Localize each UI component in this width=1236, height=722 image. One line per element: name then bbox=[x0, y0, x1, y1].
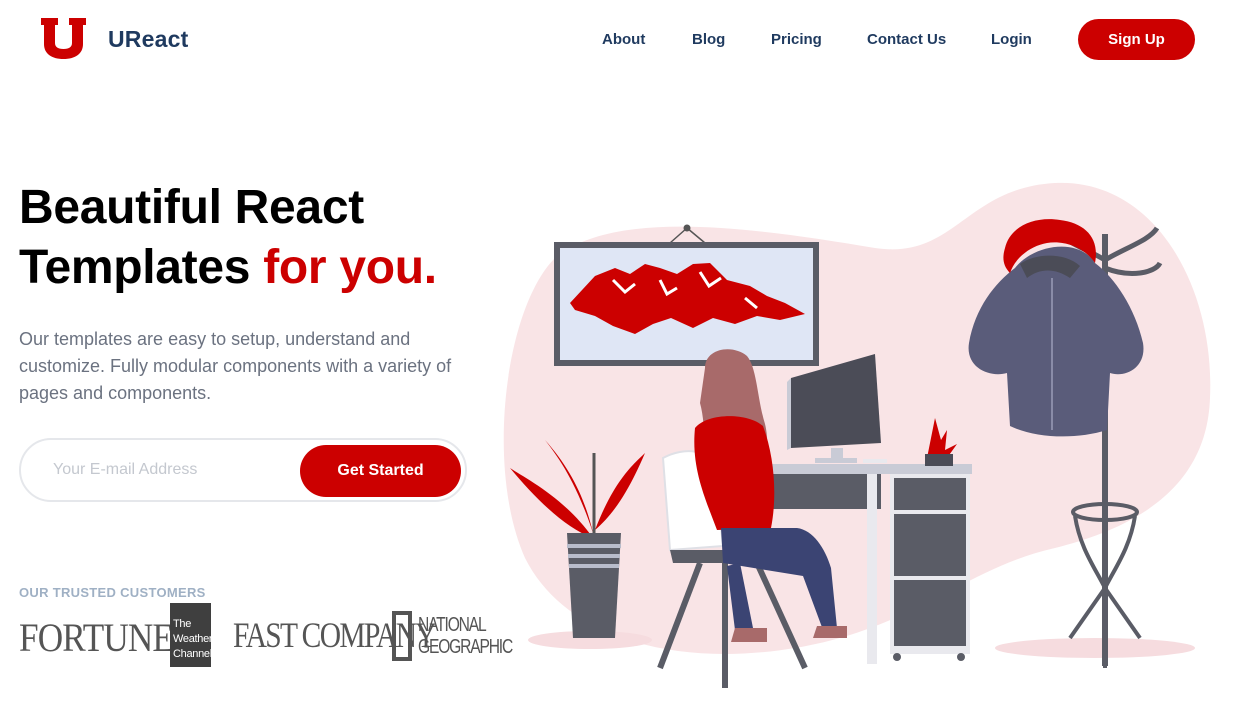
ureact-logo-icon[interactable] bbox=[41, 18, 86, 59]
hero-title: Beautiful React Templates for you. bbox=[19, 178, 437, 298]
sign-up-button[interactable]: Sign Up bbox=[1078, 19, 1195, 60]
get-started-button[interactable]: Get Started bbox=[300, 445, 461, 497]
email-signup-form: Get Started bbox=[19, 438, 467, 502]
trusted-customers-label: OUR TRUSTED CUSTOMERS bbox=[19, 585, 206, 600]
fortune-logo: FORTUNE bbox=[19, 615, 174, 660]
national-geographic-frame-icon bbox=[392, 611, 412, 661]
nav-link-pricing[interactable]: Pricing bbox=[771, 31, 822, 48]
hero-illustration bbox=[503, 182, 1211, 688]
nav-link-login[interactable]: Login bbox=[991, 31, 1032, 48]
email-input[interactable] bbox=[37, 450, 297, 490]
brand-name[interactable]: UReact bbox=[108, 26, 188, 53]
weather-channel-logo: The Weather Channel bbox=[170, 603, 213, 667]
hero-title-accent: for you. bbox=[263, 241, 437, 294]
hero-description: Our templates are easy to setup, underst… bbox=[19, 329, 452, 403]
nav-link-about[interactable]: About bbox=[602, 31, 645, 48]
hero-title-line2: Templates bbox=[19, 241, 251, 294]
plant-pot bbox=[567, 533, 621, 638]
nav-link-blog[interactable]: Blog bbox=[692, 31, 725, 48]
nav-link-contact-us[interactable]: Contact Us bbox=[867, 31, 946, 48]
hero-title-line1: Beautiful React bbox=[19, 181, 364, 234]
picture-nail bbox=[683, 224, 691, 232]
floor-shadow-right bbox=[995, 638, 1195, 658]
top-navigation: UReact About Blog Pricing Contact Us Log… bbox=[0, 0, 1236, 80]
